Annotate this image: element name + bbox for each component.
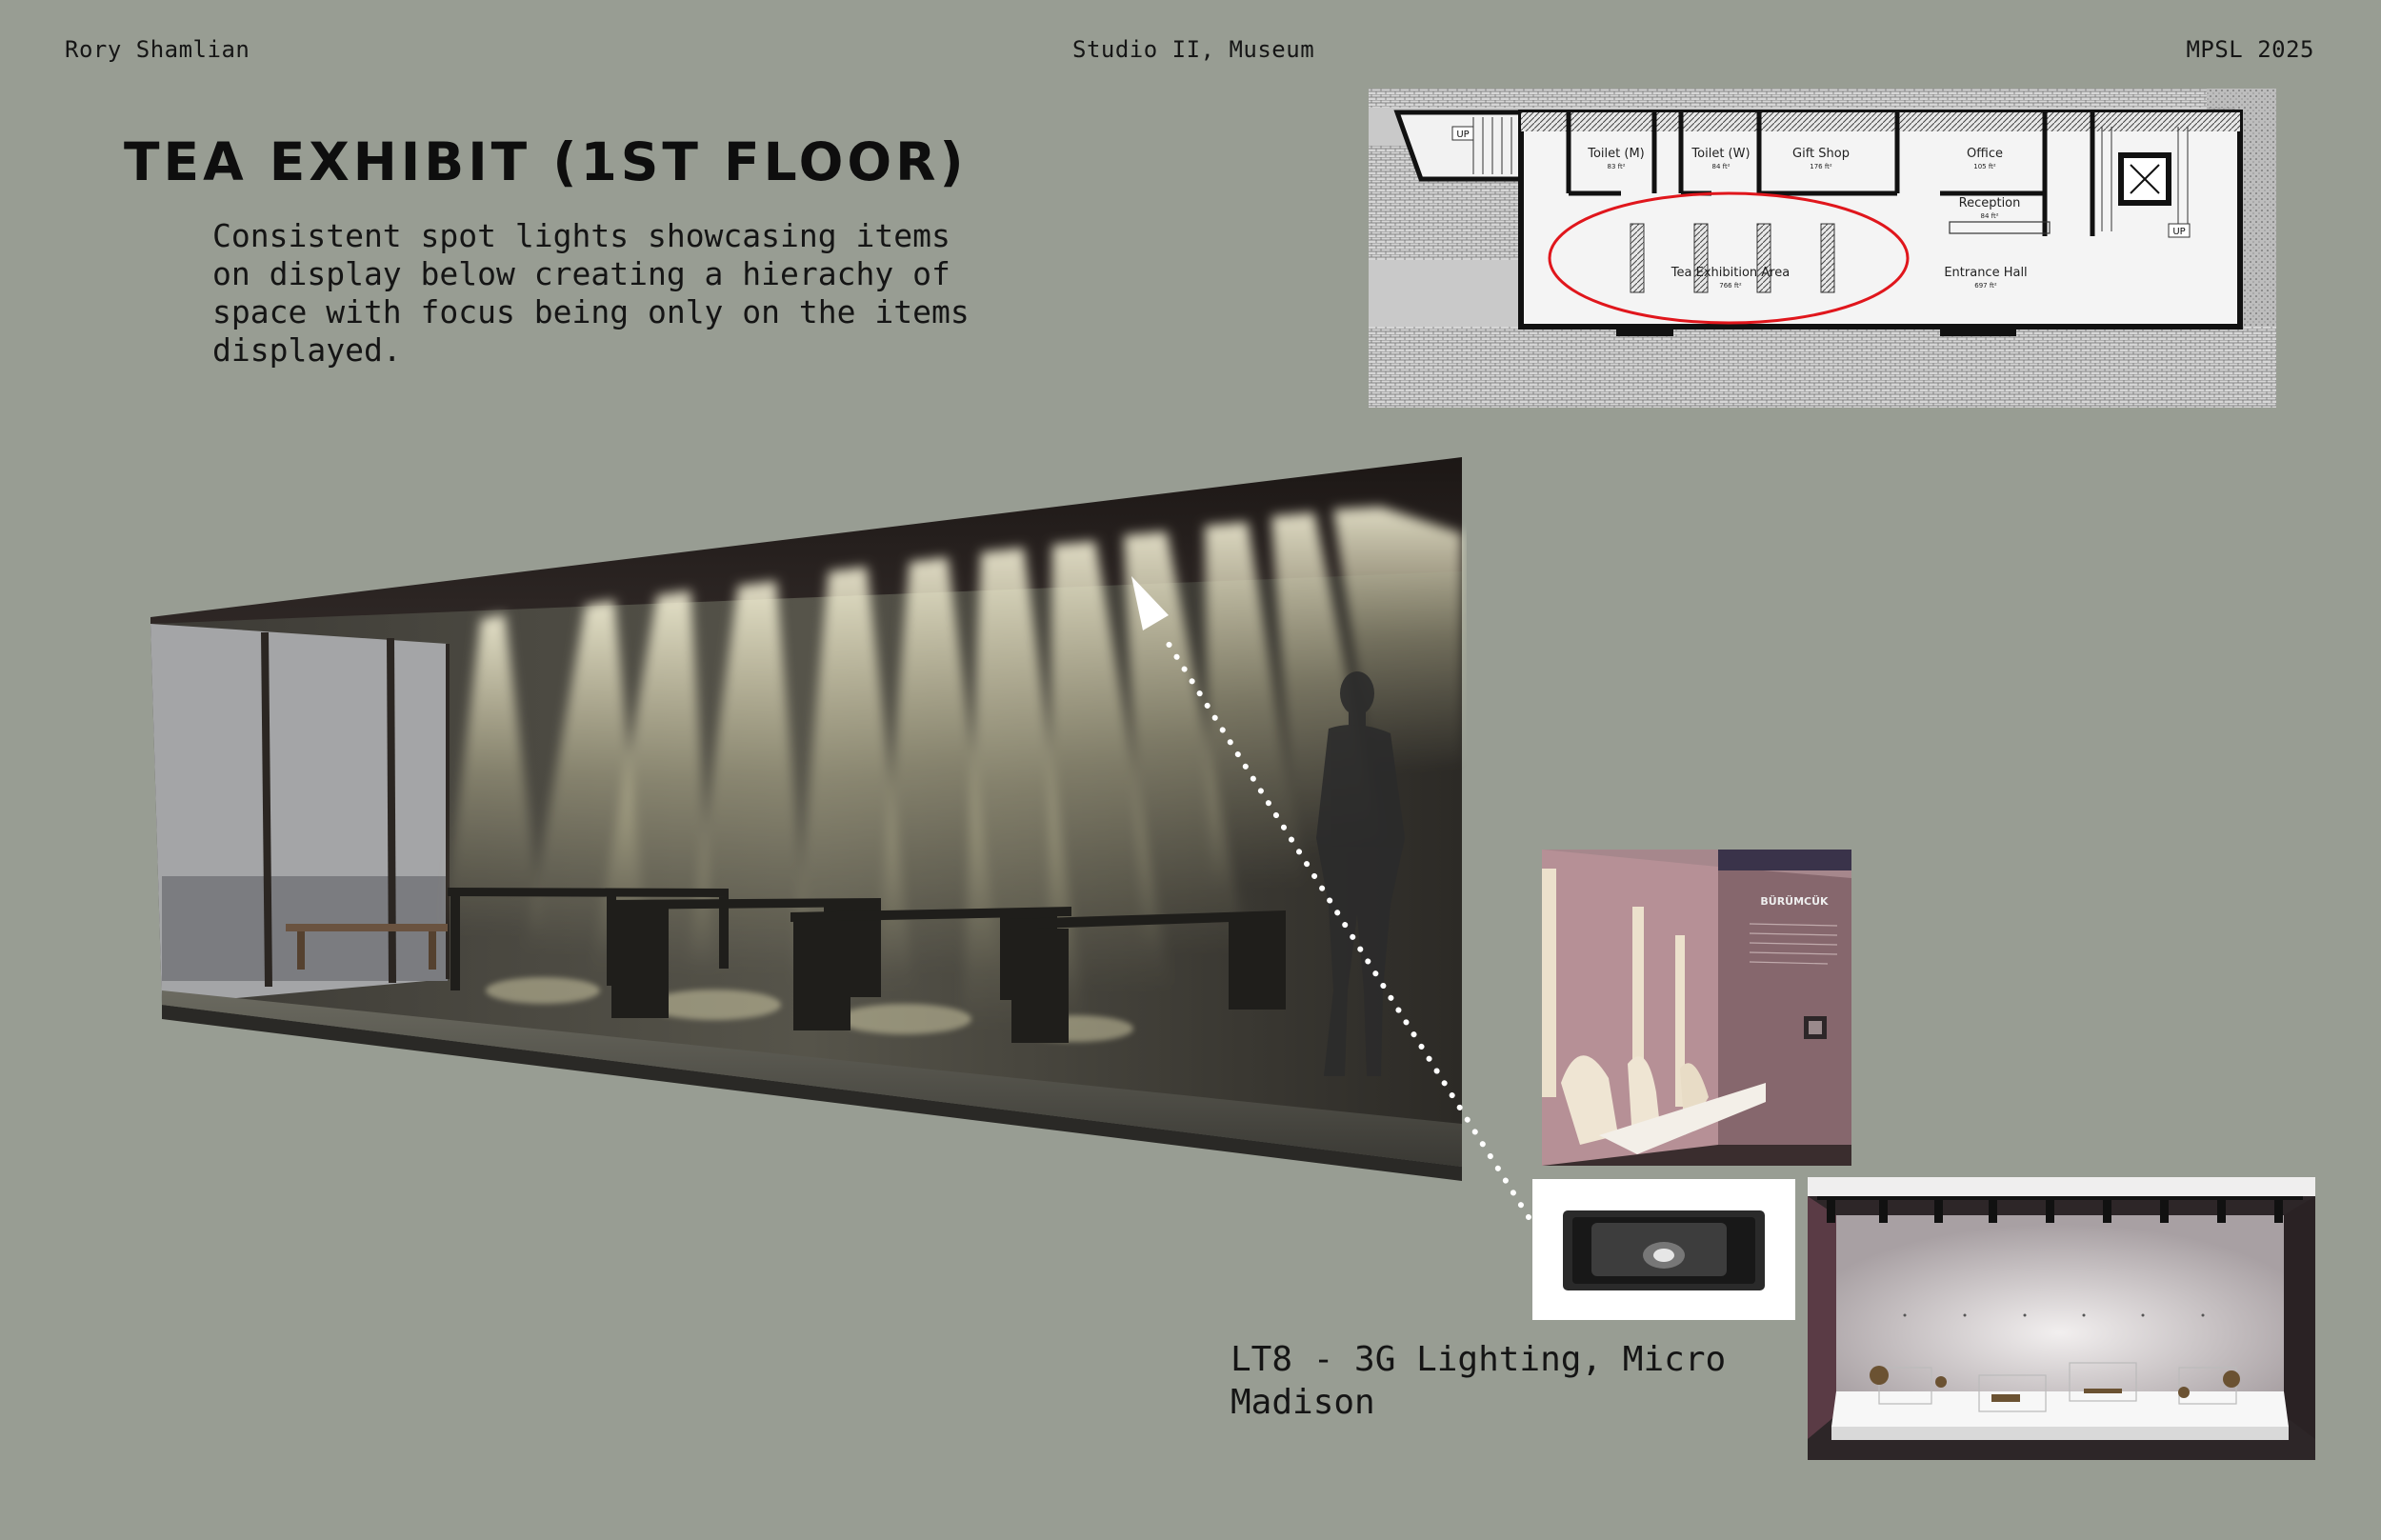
room-office-area: 105 ft² [1973, 163, 1996, 170]
course-code: MPSL 2025 [2186, 36, 2314, 63]
reference-photo-gallery [1808, 1177, 2315, 1460]
room-toilet-m: Toilet (M) [1587, 147, 1645, 161]
exhibit-lighting-render [150, 457, 1462, 1181]
fixture-caption: LT8 - 3G Lighting, Micro Madison [1231, 1340, 1727, 1422]
room-reception: Reception [1959, 196, 2021, 210]
photo-sign-text: BÜRÜMCÜK [1760, 894, 1829, 908]
room-tea-exhibition-area-size: 766 ft² [1719, 282, 1742, 290]
room-entrance-hall: Entrance Hall [1944, 266, 2027, 280]
room-toilet-w: Toilet (W) [1691, 147, 1750, 161]
room-gift-shop-area: 176 ft² [1810, 163, 1832, 170]
stair-label-up-2: UP [2172, 227, 2185, 237]
page-title: TEA EXHIBIT (1ST FLOOR) [124, 131, 968, 192]
room-office: Office [1967, 147, 2003, 161]
room-tea-exhibition-area: Tea Exhibition Area [1671, 266, 1790, 280]
room-reception-area: 84 ft² [1980, 212, 1998, 220]
room-toilet-m-area: 83 ft² [1607, 163, 1625, 170]
course-title: Studio II, Museum [1072, 36, 1315, 63]
reference-photo-exhibit: BÜRÜMCÜK [1542, 850, 1851, 1166]
description-text: Consistent spot lights showcasing items … [212, 217, 970, 369]
room-entrance-hall-area: 697 ft² [1974, 282, 1997, 290]
author-name: Rory Shamlian [65, 36, 250, 63]
room-toilet-w-area: 84 ft² [1711, 163, 1730, 170]
floor-plan: UP UP Toilet (M) 83 ft² Toilet (W) 84 ft… [1369, 89, 2276, 408]
room-gift-shop: Gift Shop [1792, 147, 1850, 161]
light-fixture-image [1532, 1179, 1795, 1320]
stair-label-up: UP [1456, 130, 1469, 140]
